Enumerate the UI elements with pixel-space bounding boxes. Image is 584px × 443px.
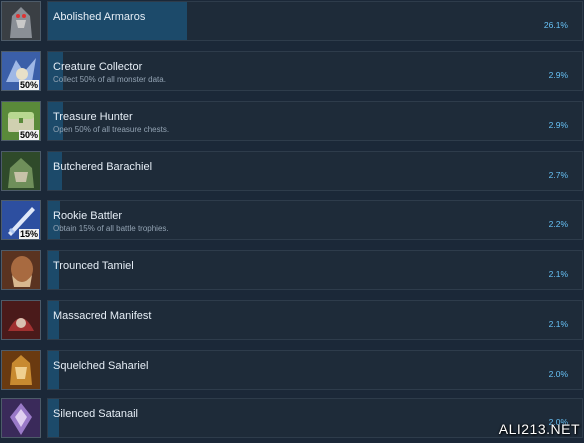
achievement-row[interactable]: Massacred Manifest 2.1% xyxy=(0,300,584,345)
achievement-description: Obtain 15% of all battle trophies. xyxy=(53,224,169,233)
icon-badge: 50% xyxy=(18,80,39,90)
icon-badge: 50% xyxy=(18,130,39,140)
golden-armor-icon xyxy=(1,350,41,390)
purple-crystal-icon xyxy=(1,398,41,438)
unlock-percent: 2.9% xyxy=(548,120,568,130)
achievement-panel: Trounced Tamiel 2.1% xyxy=(47,250,583,290)
watermark-text: ALI213.NET xyxy=(498,421,580,437)
achievement-row[interactable]: 15% Rookie Battler Obtain 15% of all bat… xyxy=(0,200,584,245)
achievement-name: Creature Collector xyxy=(53,61,143,73)
achievement-row[interactable]: Silenced Satanail 2.0% xyxy=(0,398,584,443)
achievement-row[interactable]: 50% Treasure Hunter Open 50% of all trea… xyxy=(0,101,584,146)
achievement-panel: Squelched Sahariel 2.0% xyxy=(47,350,583,390)
achievement-name: Squelched Sahariel xyxy=(53,360,149,372)
achievement-name: Treasure Hunter xyxy=(53,111,133,123)
achievement-panel: Butchered Barachiel 2.7% xyxy=(47,151,583,191)
achievement-name: Massacred Manifest xyxy=(53,310,152,322)
achievement-panel: Massacred Manifest 2.1% xyxy=(47,300,583,340)
achievement-panel: Creature Collector Collect 50% of all mo… xyxy=(47,51,583,91)
unlock-percent: 26.1% xyxy=(543,20,568,30)
achievement-name: Silenced Satanail xyxy=(53,408,139,420)
achievement-description: Collect 50% of all monster data. xyxy=(53,75,166,84)
unlock-percent: 2.1% xyxy=(548,269,568,279)
unlock-percent: 2.9% xyxy=(548,70,568,80)
achievement-list: Abolished Armaros 26.1% 50% Creature Col… xyxy=(0,0,584,440)
achievement-row[interactable]: Butchered Barachiel 2.7% xyxy=(0,151,584,196)
achievement-panel: Abolished Armaros 26.1% xyxy=(47,1,583,41)
unlock-percent: 2.7% xyxy=(548,170,568,180)
sword-icon: 15% xyxy=(1,200,41,240)
unlock-percent: 2.2% xyxy=(548,219,568,229)
treasure-chest-icon: 50% xyxy=(1,101,41,141)
achievement-row[interactable]: Squelched Sahariel 2.0% xyxy=(0,350,584,395)
bearded-warrior-icon xyxy=(1,250,41,290)
unlock-percent: 2.1% xyxy=(548,319,568,329)
unlock-percent: 2.0% xyxy=(548,369,568,379)
green-beast-icon xyxy=(1,151,41,191)
achievement-row[interactable]: Abolished Armaros 26.1% xyxy=(0,1,584,46)
achievement-row[interactable]: 50% Creature Collector Collect 50% of al… xyxy=(0,51,584,96)
achievement-name: Rookie Battler xyxy=(53,210,123,222)
achievement-name: Abolished Armaros xyxy=(53,11,146,23)
achievement-description: Open 50% of all treasure chests. xyxy=(53,125,170,134)
armored-demon-icon xyxy=(1,1,41,41)
icon-badge: 15% xyxy=(18,229,39,239)
achievement-name: Butchered Barachiel xyxy=(53,161,153,173)
achievement-panel: Treasure Hunter Open 50% of all treasure… xyxy=(47,101,583,141)
achievement-panel: Rookie Battler Obtain 15% of all battle … xyxy=(47,200,583,240)
achievement-row[interactable]: Trounced Tamiel 2.1% xyxy=(0,250,584,295)
red-creature-icon xyxy=(1,300,41,340)
achievement-name: Trounced Tamiel xyxy=(53,260,134,272)
monster-data-icon: 50% xyxy=(1,51,41,91)
